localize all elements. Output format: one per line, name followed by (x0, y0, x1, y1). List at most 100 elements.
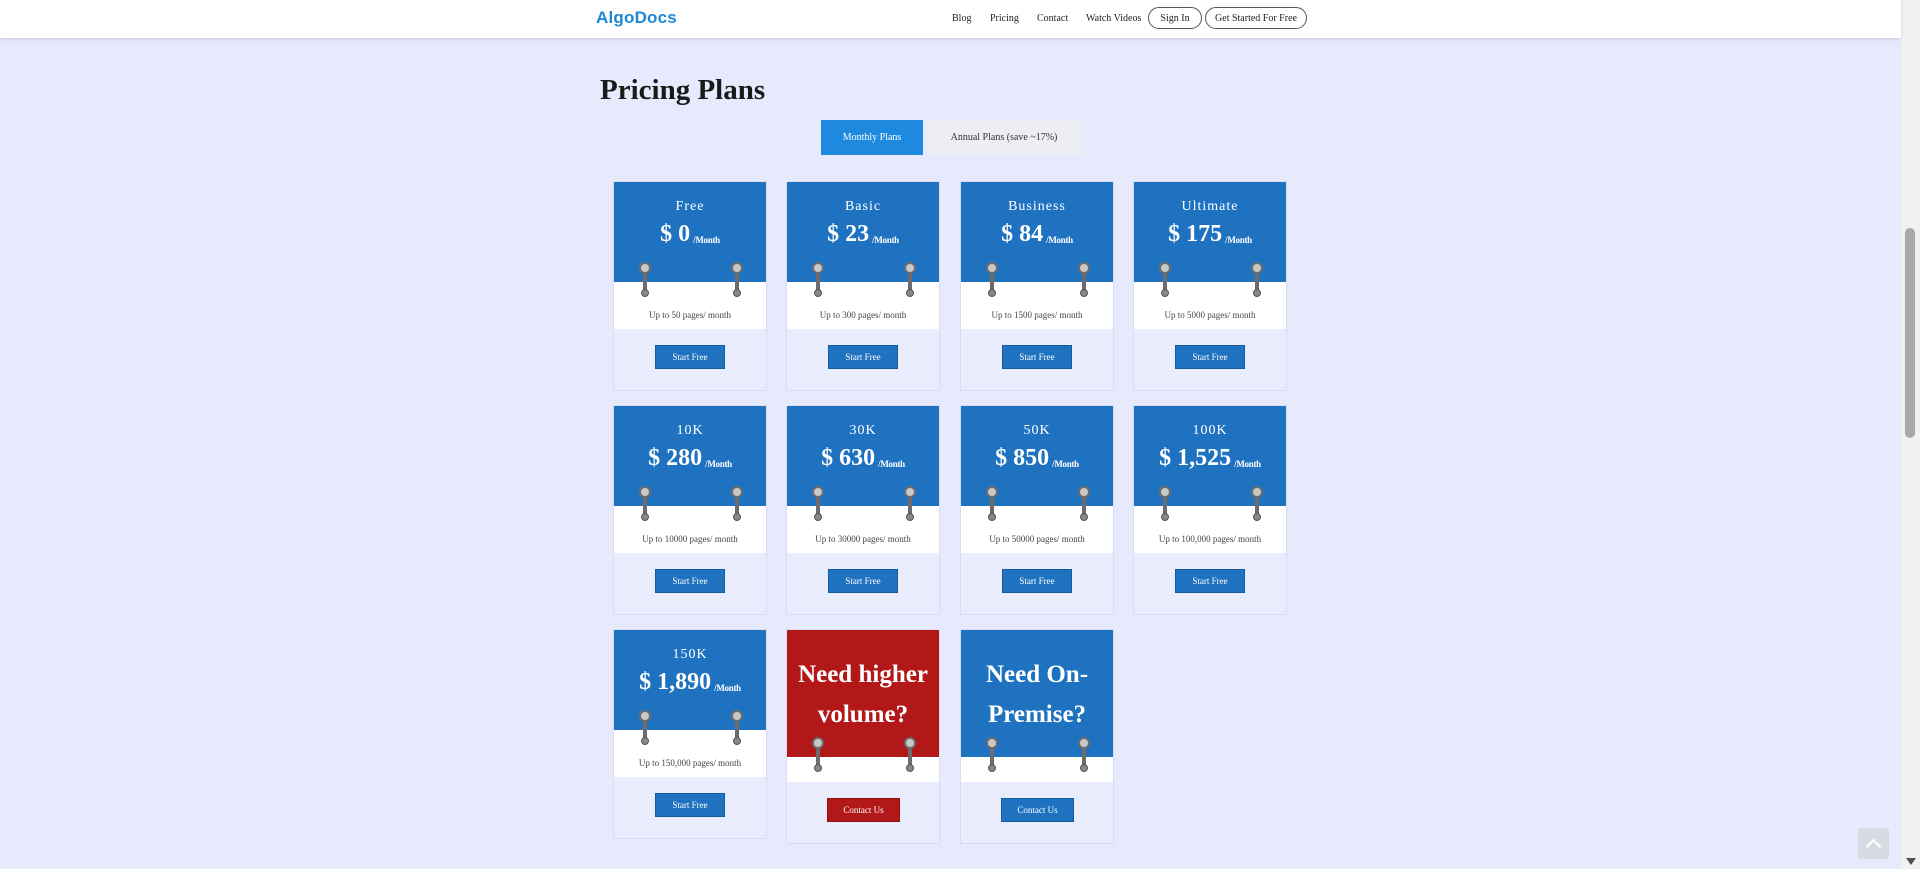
plan-card-header: 50K $ 850/Month (961, 406, 1113, 521)
pin-icon (986, 262, 998, 300)
pin-icon (639, 262, 651, 300)
plan-card-header: 100K $ 1,525/Month (1134, 406, 1286, 521)
plan-price: $ 630 (821, 445, 876, 471)
start-free-button[interactable]: Start Free (1002, 345, 1072, 369)
plan-name: Business (1008, 199, 1066, 214)
pin-icon (812, 737, 824, 775)
plan-quota: Up to 5000 pages/ month (1134, 282, 1286, 329)
contact-us-button[interactable]: Contact Us (827, 798, 900, 822)
price-period: /Month (878, 459, 905, 469)
plan-price: $ 175 (1168, 221, 1223, 247)
plan-quota: Up to 10000 pages/ month (614, 506, 766, 553)
on-premise-line-2: Premise? (987, 701, 1087, 728)
pin-icon (1251, 262, 1263, 300)
back-to-top-button[interactable] (1858, 828, 1889, 859)
start-free-button[interactable]: Start Free (1175, 345, 1245, 369)
algodocs-logo[interactable]: AlgoDocs (596, 8, 677, 28)
plan-name: 100K (1192, 423, 1228, 438)
plan-card-business: Business $ 84/Month Up to 1500 pages/ mo… (960, 181, 1114, 391)
plan-name: Ultimate (1181, 199, 1239, 214)
start-free-button[interactable]: Start Free (1002, 569, 1072, 593)
scroll-down-arrow-icon[interactable] (1906, 858, 1916, 865)
contact-us-button[interactable]: Contact Us (1001, 798, 1074, 822)
price-period: /Month (1234, 459, 1261, 469)
on-premise-line-1: Need On- (985, 661, 1089, 688)
pin-icon (731, 710, 743, 748)
scrollbar-thumb[interactable] (1905, 228, 1915, 438)
plan-card-header: Ultimate $ 175/Month (1134, 182, 1286, 297)
pin-icon (731, 262, 743, 300)
pin-icon (812, 486, 824, 524)
top-navigation-bar: AlgoDocs Blog Pricing Contact Watch Vide… (0, 0, 1901, 38)
plan-name: Basic (844, 199, 882, 214)
price-period: /Month (714, 683, 741, 693)
pin-icon (904, 262, 916, 300)
higher-volume-header: Need higher volume? (787, 630, 939, 772)
plan-name: Free (675, 199, 705, 214)
tab-monthly-plans[interactable]: Monthly Plans (821, 120, 923, 155)
on-premise-card: Need On- Premise? Contact Us (960, 629, 1114, 844)
plan-quota: Up to 150,000 pages/ month (614, 730, 766, 777)
plan-card-header: 10K $ 280/Month (614, 406, 766, 521)
pin-icon (1078, 737, 1090, 775)
higher-volume-line-1: Need higher (798, 661, 928, 688)
chevron-up-icon (1865, 838, 1882, 855)
pin-icon (904, 486, 916, 524)
higher-volume-card: Need higher volume? Contact Us (786, 629, 940, 844)
plan-name: 50K (1023, 423, 1051, 438)
plan-price: $ 1,525 (1159, 445, 1232, 471)
plan-quota: Up to 1500 pages/ month (961, 282, 1113, 329)
plan-price: $ 280 (648, 445, 703, 471)
pin-icon (639, 486, 651, 524)
pin-icon (1159, 486, 1171, 524)
pin-icon (986, 486, 998, 524)
pin-icon (904, 737, 916, 775)
pin-icon (986, 737, 998, 775)
get-started-button[interactable]: Get Started For Free (1205, 7, 1307, 29)
plan-card-free: Free $ 0/Month Up to 50 pages/ month Sta… (613, 181, 767, 391)
plan-card-header: Business $ 84/Month (961, 182, 1113, 297)
nav-link-blog[interactable]: Blog (952, 13, 971, 24)
plan-price: $ 84 (1001, 221, 1044, 247)
start-free-button[interactable]: Start Free (655, 569, 725, 593)
start-free-button[interactable]: Start Free (655, 793, 725, 817)
pin-icon (1159, 262, 1171, 300)
plan-quota: Up to 100,000 pages/ month (1134, 506, 1286, 553)
price-period: /Month (1046, 235, 1073, 245)
pin-icon (812, 262, 824, 300)
price-period: /Month (705, 459, 732, 469)
tab-annual-plans[interactable]: Annual Plans (save ~17%) (929, 120, 1079, 155)
price-period: /Month (872, 235, 899, 245)
sign-in-button[interactable]: Sign In (1148, 7, 1202, 29)
page-scrollbar[interactable] (1901, 0, 1920, 869)
plan-name: 10K (676, 423, 704, 438)
plan-quota: Up to 30000 pages/ month (787, 506, 939, 553)
nav-link-pricing[interactable]: Pricing (990, 13, 1019, 24)
plan-card-10k: 10K $ 280/Month Up to 10000 pages/ month… (613, 405, 767, 615)
pin-icon (1251, 486, 1263, 524)
start-free-button[interactable]: Start Free (828, 569, 898, 593)
price-period: /Month (1225, 235, 1252, 245)
nav-link-contact[interactable]: Contact (1037, 13, 1068, 24)
plan-card-30k: 30K $ 630/Month Up to 30000 pages/ month… (786, 405, 940, 615)
start-free-button[interactable]: Start Free (1175, 569, 1245, 593)
plan-card-50k: 50K $ 850/Month Up to 50000 pages/ month… (960, 405, 1114, 615)
plan-card-header: 30K $ 630/Month (787, 406, 939, 521)
plan-card-header: Basic $ 23/Month (787, 182, 939, 297)
pin-icon (1078, 262, 1090, 300)
price-period: /Month (1052, 459, 1079, 469)
plan-card-ultimate: Ultimate $ 175/Month Up to 5000 pages/ m… (1133, 181, 1287, 391)
plan-name: 30K (849, 423, 877, 438)
plan-name: 150K (672, 647, 708, 662)
on-premise-header: Need On- Premise? (961, 630, 1113, 772)
nav-link-watch-videos[interactable]: Watch Videos (1086, 13, 1141, 24)
start-free-button[interactable]: Start Free (655, 345, 725, 369)
plan-card-150k: 150K $ 1,890/Month Up to 150,000 pages/ … (613, 629, 767, 839)
pin-icon (731, 486, 743, 524)
plan-quota: Up to 300 pages/ month (787, 282, 939, 329)
plan-card-header: 150K $ 1,890/Month (614, 630, 766, 745)
plan-quota: Up to 50 pages/ month (614, 282, 766, 329)
start-free-button[interactable]: Start Free (828, 345, 898, 369)
plan-price: $ 850 (995, 445, 1050, 471)
plan-price: $ 23 (827, 221, 870, 247)
